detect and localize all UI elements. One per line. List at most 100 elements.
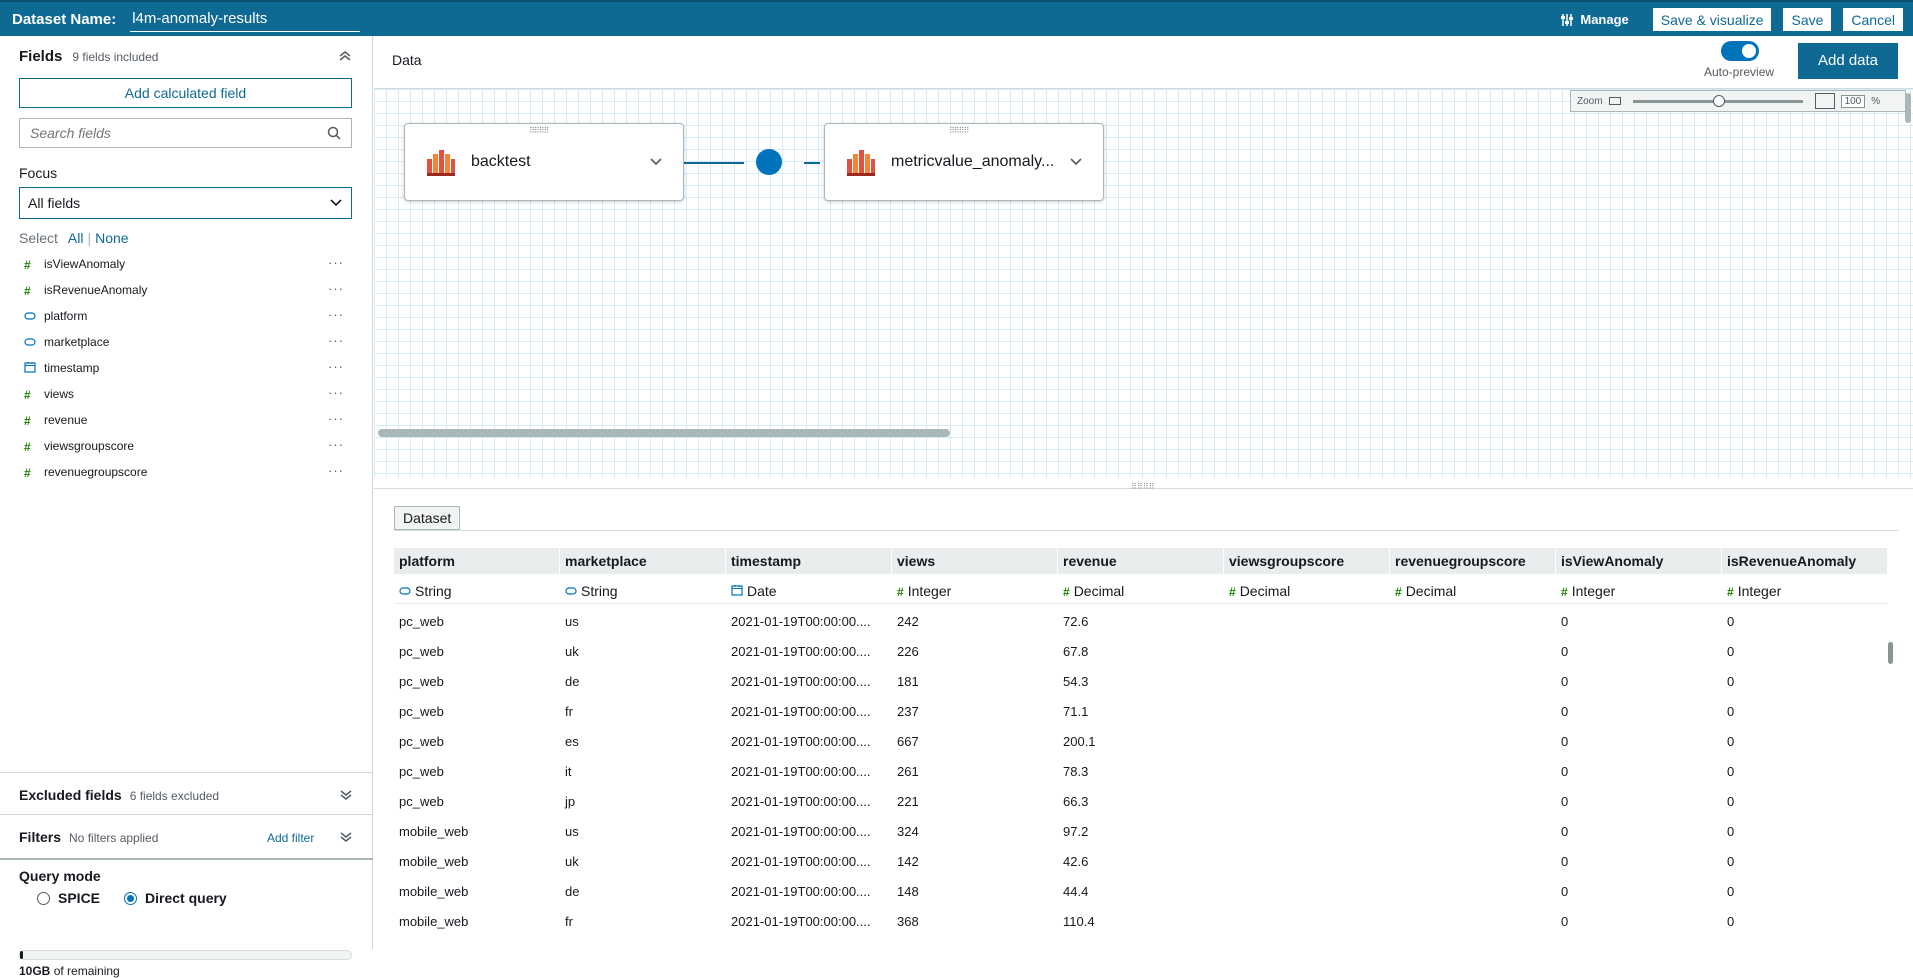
- column-type[interactable]: # Decimal: [1390, 578, 1555, 604]
- dataset-name-input[interactable]: [130, 6, 361, 32]
- drag-handle-icon[interactable]: ⠿⠿⠿⠿: [529, 126, 549, 135]
- column-header[interactable]: views: [892, 548, 1057, 574]
- zoom-out-icon[interactable]: [1608, 97, 1621, 105]
- hash-icon: #: [24, 439, 31, 454]
- canvas-horizontal-scrollbar[interactable]: [378, 429, 950, 437]
- table-cell: pc_web: [399, 733, 444, 749]
- manage-button[interactable]: Manage: [1560, 12, 1629, 27]
- column-type[interactable]: # Integer: [1556, 578, 1721, 604]
- column-type[interactable]: String: [394, 578, 559, 604]
- spice-radio[interactable]: [37, 891, 50, 905]
- field-name: isRevenueAnomaly: [44, 283, 148, 297]
- table-cell: 0: [1727, 673, 1735, 689]
- more-options-icon[interactable]: ···: [328, 385, 344, 400]
- more-options-icon[interactable]: ···: [328, 437, 344, 452]
- table-cell: 42.6: [1063, 853, 1089, 869]
- add-data-button[interactable]: Add data: [1798, 43, 1898, 79]
- table-cell: 2021-01-19T00:00:00....: [731, 793, 871, 809]
- table-cell: 0: [1727, 733, 1735, 749]
- table-cell: 110.4: [1063, 913, 1095, 929]
- field-item[interactable]: # isViewAnomaly ···: [24, 251, 354, 277]
- more-options-icon[interactable]: ···: [328, 463, 344, 478]
- chevron-double-down-icon[interactable]: [339, 831, 353, 843]
- auto-preview-toggle[interactable]: [1721, 41, 1759, 61]
- column-header[interactable]: revenue: [1058, 548, 1223, 574]
- field-item[interactable]: # isRevenueAnomaly ···: [24, 277, 354, 303]
- focus-select[interactable]: All fields: [19, 187, 352, 219]
- table-cell: pc_web: [399, 793, 444, 809]
- column-header[interactable]: marketplace: [560, 548, 725, 574]
- more-options-icon[interactable]: ···: [328, 359, 344, 374]
- search-fields-box: [19, 118, 352, 148]
- column-header[interactable]: isViewAnomaly: [1556, 548, 1721, 574]
- canvas-vertical-scrollbar[interactable]: [1905, 93, 1911, 123]
- column-header[interactable]: revenuegroupscore: [1390, 548, 1555, 574]
- column-type[interactable]: Date: [726, 578, 891, 604]
- field-item[interactable]: # views ···: [24, 381, 354, 407]
- field-item[interactable]: timestamp ···: [24, 355, 354, 381]
- field-name: revenuegroupscore: [44, 465, 148, 479]
- save-button[interactable]: Save: [1783, 8, 1832, 31]
- field-item[interactable]: # viewsgroupscore ···: [24, 433, 354, 459]
- spice-label: SPICE: [58, 890, 101, 906]
- zoom-slider-thumb[interactable]: [1712, 94, 1725, 107]
- field-item[interactable]: # revenuegroupscore ···: [24, 459, 354, 485]
- chevron-double-down-icon[interactable]: [339, 789, 353, 801]
- search-fields-input[interactable]: [30, 125, 327, 141]
- direct-query-radio[interactable]: [124, 891, 138, 905]
- tab-dataset[interactable]: Dataset: [394, 506, 461, 530]
- join-circle-left[interactable]: [756, 149, 782, 175]
- select-none-link[interactable]: None: [95, 230, 128, 246]
- more-options-icon[interactable]: ···: [328, 411, 344, 426]
- column-header[interactable]: isRevenueAnomaly: [1722, 548, 1887, 574]
- field-item[interactable]: platform ···: [24, 303, 354, 329]
- table-vertical-scrollbar[interactable]: [1888, 642, 1893, 664]
- string-tag-icon: [399, 585, 411, 599]
- select-all-link[interactable]: All: [68, 230, 84, 246]
- column-type[interactable]: # Decimal: [1058, 578, 1223, 604]
- table-row: mobile_web uk 2021-01-19T00:00:00.... 142 42…: [394, 846, 1888, 876]
- chevron-down-icon[interactable]: [1069, 157, 1083, 167]
- more-options-icon[interactable]: ···: [328, 255, 344, 270]
- dataset-node-backtest[interactable]: ⠿⠿⠿⠿ backtest: [404, 123, 684, 201]
- table-cell: 0: [1727, 853, 1735, 869]
- table-cell: 72.6: [1063, 613, 1089, 629]
- hash-icon: #: [24, 257, 31, 272]
- filters-label: Filters: [19, 829, 62, 845]
- splitter-grip-icon[interactable]: ⠿⠿⠿⠿: [1131, 482, 1154, 491]
- chevron-up-icon[interactable]: [338, 50, 352, 62]
- zoom-in-icon[interactable]: [1814, 93, 1835, 109]
- column-type[interactable]: String: [560, 578, 725, 604]
- field-name: views: [44, 387, 75, 401]
- zoom-slider[interactable]: [1632, 94, 1803, 107]
- drag-handle-icon[interactable]: ⠿⠿⠿⠿: [949, 126, 969, 135]
- cancel-button[interactable]: Cancel: [1843, 8, 1903, 31]
- table-cell: 2021-01-19T00:00:00....: [731, 613, 871, 629]
- add-calculated-field-button[interactable]: Add calculated field: [19, 78, 352, 108]
- zoom-value[interactable]: 100: [1840, 94, 1866, 108]
- column-header[interactable]: platform: [394, 548, 559, 574]
- column-type[interactable]: # Integer: [1722, 578, 1887, 604]
- column-header[interactable]: timestamp: [726, 548, 891, 574]
- column-header[interactable]: viewsgroupscore: [1224, 548, 1389, 574]
- table-cell: 2021-01-19T00:00:00....: [731, 673, 871, 689]
- column-type[interactable]: # Decimal: [1224, 578, 1389, 604]
- calendar-icon: [731, 585, 743, 599]
- fields-included-count: 9 fields included: [72, 50, 159, 64]
- add-filter-link[interactable]: Add filter: [267, 831, 314, 845]
- column-type[interactable]: # Integer: [892, 578, 1057, 604]
- more-options-icon[interactable]: ···: [328, 307, 344, 322]
- dataset-node-metricvalue[interactable]: ⠿⠿⠿⠿ metricvalue_anomaly...: [824, 123, 1104, 201]
- join-canvas[interactable]: Zoom 100 % ⠿⠿⠿⠿ backtest ⠿⠿⠿⠿ metricvalu…: [374, 88, 1913, 478]
- field-item[interactable]: # revenue ···: [24, 407, 354, 433]
- more-options-icon[interactable]: ···: [328, 333, 344, 348]
- spice-capacity-bar: [19, 950, 352, 960]
- table-row: mobile_web de 2021-01-19T00:00:00.... 148 44…: [394, 876, 1888, 906]
- field-item[interactable]: marketplace ···: [24, 329, 354, 355]
- chevron-down-icon[interactable]: [649, 157, 663, 167]
- save-visualize-button[interactable]: Save & visualize: [1652, 8, 1772, 31]
- table-cell: 2021-01-19T00:00:00....: [731, 823, 871, 839]
- excluded-fields-section[interactable]: Excluded fields 6 fields excluded: [0, 772, 373, 814]
- more-options-icon[interactable]: ···: [328, 281, 344, 296]
- table-cell: pc_web: [399, 673, 444, 689]
